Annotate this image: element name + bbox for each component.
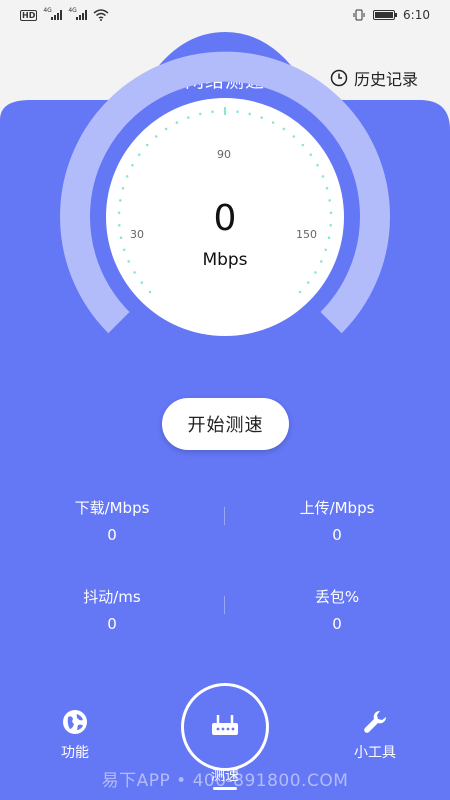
nav-tools[interactable]: 小工具	[340, 708, 410, 762]
phone-screen: HD 4G 4G 6:10 网络测速 历史记录 30 90 150 0 Mbps…	[0, 0, 450, 800]
wrench-icon	[364, 710, 387, 733]
download-value: 0	[107, 526, 117, 544]
dial-dot	[282, 127, 286, 131]
dial-dot	[145, 143, 149, 147]
dial-dot	[325, 186, 329, 190]
dial-dot	[148, 290, 152, 294]
dial-dot	[117, 211, 121, 215]
dial-dot	[260, 116, 264, 119]
dial-dot	[131, 163, 134, 167]
packet-loss-value: 0	[332, 615, 342, 633]
dial-dot	[329, 211, 333, 215]
dial-dot	[187, 116, 190, 119]
stat-divider	[224, 596, 225, 614]
jitter-label: 抖动/ms	[83, 588, 141, 606]
dial-dot	[321, 175, 325, 178]
dial-dot	[324, 248, 328, 252]
dial-dot	[164, 127, 168, 131]
speed-value: 0	[213, 198, 237, 239]
dial-dot	[154, 135, 158, 138]
upload-value: 0	[332, 526, 342, 544]
dial-dot	[329, 224, 333, 227]
nav-tools-label: 小工具	[354, 745, 396, 761]
dial-dot	[320, 260, 323, 263]
dial-dot	[122, 248, 126, 252]
gauge-tick-label: 90	[217, 148, 231, 161]
packet-loss-stat: 丢包% 0	[237, 586, 437, 633]
nav-functions[interactable]: 功能	[45, 708, 105, 762]
dial-dot	[309, 153, 313, 156]
speed-gauge	[60, 51, 390, 336]
jitter-stat: 抖动/ms 0	[12, 586, 212, 633]
start-test-button[interactable]: 开始测速	[162, 398, 289, 450]
nav-speedtest[interactable]	[181, 683, 269, 771]
speed-unit: Mbps	[202, 250, 248, 270]
stat-divider	[224, 507, 225, 525]
dial-dot	[298, 290, 302, 294]
download-label: 下载/Mbps	[74, 499, 150, 517]
dial-dot	[327, 236, 331, 239]
dial-dot	[314, 271, 317, 274]
dial-dot	[328, 199, 332, 202]
globe-icon	[63, 710, 87, 734]
active-tab-indicator	[213, 787, 237, 790]
nav-functions-label: 功能	[61, 745, 89, 761]
dial-dot	[248, 112, 251, 116]
dial-dot	[211, 110, 214, 113]
dial-dot	[118, 224, 121, 227]
upload-stat: 上传/Mbps 0	[237, 497, 437, 544]
dial-dot	[133, 271, 136, 274]
packet-loss-label: 丢包%	[314, 588, 360, 606]
gauge-tick-label: 30	[130, 228, 144, 241]
dial-dot	[127, 260, 130, 263]
dial-dot	[316, 163, 319, 167]
jitter-value: 0	[107, 615, 117, 633]
dial-dot	[199, 112, 202, 116]
dial-dot	[292, 135, 296, 138]
dial-dot	[236, 110, 239, 113]
router-icon	[212, 715, 238, 735]
dial-dot	[119, 199, 122, 202]
dial-dot	[140, 281, 144, 284]
gauge-tick-label: 150	[296, 228, 317, 241]
upload-label: 上传/Mbps	[299, 499, 375, 517]
dial-dot	[175, 121, 179, 124]
download-stat: 下载/Mbps 0	[12, 497, 212, 544]
dial-dot	[119, 236, 123, 239]
dial-dot	[271, 121, 275, 124]
dial-dot	[121, 186, 125, 190]
dial-dot	[137, 153, 141, 156]
dial-dot	[306, 281, 310, 284]
nav-speedtest-label: 测速	[211, 768, 239, 784]
dial-dot	[301, 143, 305, 147]
dial-dot	[125, 175, 129, 178]
